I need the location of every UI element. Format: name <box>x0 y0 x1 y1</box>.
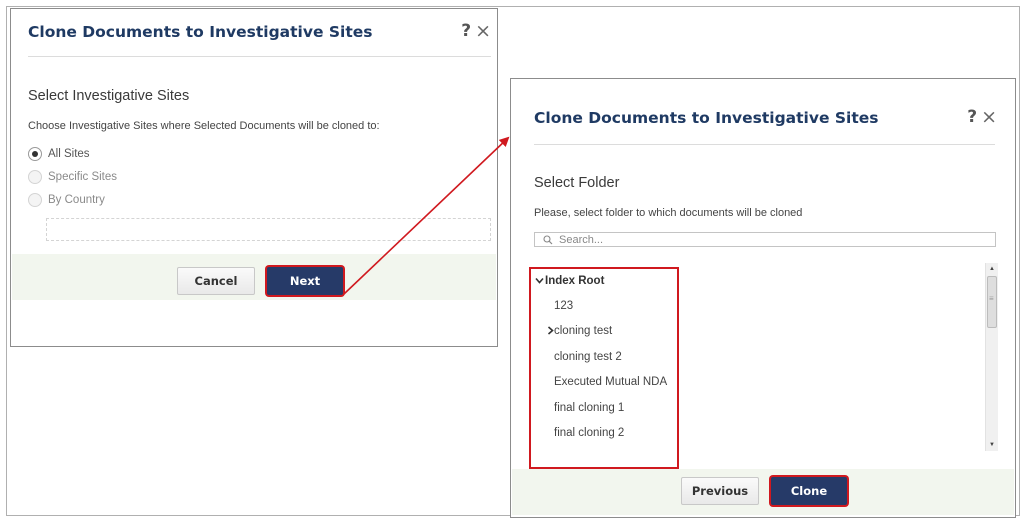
section-description: Choose Investigative Sites where Selecte… <box>28 120 380 132</box>
magnifier-icon <box>543 234 553 244</box>
help-icon[interactable]: ? <box>461 21 471 41</box>
search-input[interactable] <box>559 233 995 246</box>
radio-all-sites[interactable]: All Sites <box>28 147 90 161</box>
next-button[interactable]: Next <box>267 267 343 295</box>
close-icon[interactable]: × <box>475 21 491 41</box>
dialog-actions: ? × <box>967 107 997 127</box>
previous-button[interactable]: Previous <box>681 477 759 505</box>
scroll-down-icon[interactable]: ▼ <box>989 442 995 448</box>
scroll-thumb[interactable] <box>987 276 997 328</box>
help-icon[interactable]: ? <box>967 107 977 127</box>
section-title: Select Investigative Sites <box>28 88 190 104</box>
radio-unchecked-icon[interactable] <box>28 170 42 184</box>
clone-sites-dialog: Clone Documents to Investigative Sites ?… <box>10 8 498 347</box>
radio-specific-sites[interactable]: Specific Sites <box>28 170 117 184</box>
section-description: Please, select folder to which documents… <box>534 207 803 219</box>
site-selection-box[interactable] <box>46 218 491 241</box>
radio-label: Specific Sites <box>48 171 118 183</box>
title-divider <box>534 144 995 145</box>
close-icon[interactable]: × <box>981 107 997 127</box>
dialog-title: Clone Documents to Investigative Sites <box>534 109 879 127</box>
radio-by-country[interactable]: By Country <box>28 193 105 207</box>
clone-folder-dialog: Clone Documents to Investigative Sites ?… <box>510 78 1016 518</box>
scroll-up-icon[interactable]: ▲ <box>989 266 995 272</box>
radio-label: All Sites <box>48 148 90 160</box>
dialog-footer <box>512 469 1014 515</box>
folder-search[interactable] <box>534 232 996 247</box>
radio-unchecked-icon[interactable] <box>28 193 42 207</box>
title-divider <box>28 56 491 57</box>
dialog-actions: ? × <box>461 21 491 41</box>
radio-label: By Country <box>48 194 105 206</box>
section-title: Select Folder <box>534 175 620 191</box>
dialog-title: Clone Documents to Investigative Sites <box>28 23 373 41</box>
tree-scrollbar[interactable]: ▲ ▼ <box>985 263 998 451</box>
cancel-button[interactable]: Cancel <box>177 267 255 295</box>
clone-button[interactable]: Clone <box>771 477 847 505</box>
tree-highlight-box <box>529 267 679 469</box>
radio-checked-icon[interactable] <box>28 147 42 161</box>
